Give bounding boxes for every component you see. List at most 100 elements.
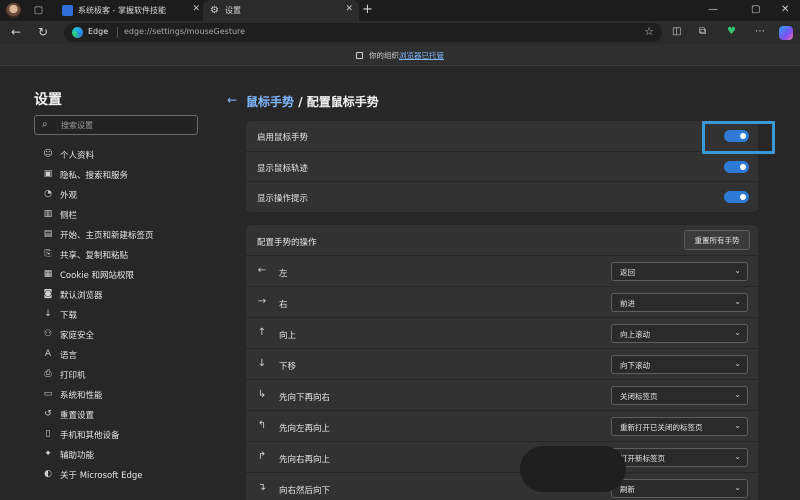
address-divider xyxy=(117,27,118,38)
sidebar-item-privacy[interactable]: ▣ 隐私、搜索和服务 xyxy=(34,165,204,185)
home-icon: ▤ xyxy=(43,229,53,239)
reset-gestures-button[interactable]: 重置所有手势 xyxy=(684,230,750,250)
select-value: 刷新 xyxy=(620,485,635,494)
gesture-actions-header: 配置手势的操作 重置所有手势 xyxy=(246,225,758,255)
sidebar-item-appearance[interactable]: ◔ 外观 xyxy=(34,185,204,205)
sidebar-item-family[interactable]: ⚇ 家庭安全 xyxy=(34,325,204,345)
redaction-overlay xyxy=(520,446,626,492)
share-icon: ⎘ xyxy=(44,249,52,259)
address-bar-row: ← ↻ Edge edge://settings/mouseGesture ☆ … xyxy=(0,21,800,44)
sidebar-item-default-browser[interactable]: ◙ 默认浏览器 xyxy=(34,285,204,305)
arrow-down-right-icon: ↳ xyxy=(257,389,267,400)
sidebar-item-label: 打印机 xyxy=(60,371,86,381)
arrow-left-icon: ← xyxy=(257,265,267,276)
copilot-icon[interactable] xyxy=(779,26,793,40)
gesture-label: 向上 xyxy=(279,331,297,341)
sidebar-item-label: 开始、主页和新建标签页 xyxy=(60,231,154,241)
gesture-row: ↴ 向右然后向下 刷新 ⌄ xyxy=(246,472,758,500)
gesture-action-select[interactable]: 前进 ⌄ xyxy=(611,293,748,312)
sidebar-menu: ☺ 个人资料 ▣ 隐私、搜索和服务 ◔ 外观 ▥ 侧栏 ▤ 开始、主页和新建标签页 ⎘ 共享… xyxy=(34,145,204,485)
show-hints-toggle[interactable] xyxy=(724,191,749,203)
sidebar-item-system[interactable]: ▭ 系统和性能 xyxy=(34,385,204,405)
toggle-label: 显示鼠标轨迹 xyxy=(257,164,309,174)
show-trail-toggle[interactable] xyxy=(724,161,749,173)
collections-icon[interactable]: ⧉ xyxy=(699,26,706,37)
tab-settings[interactable]: ⚙ 设置 ✕ xyxy=(203,0,359,21)
arrow-down-icon: ↓ xyxy=(257,358,267,369)
toggle-knob xyxy=(740,164,746,170)
chevron-down-icon: ⌄ xyxy=(734,328,741,337)
language-icon: A xyxy=(44,349,52,359)
breadcrumb-parent[interactable]: 鼠标手势 xyxy=(246,95,294,109)
cookie-icon: ▦ xyxy=(43,269,53,279)
tab-label: 系统极客 - 掌握软件技能 xyxy=(78,6,166,15)
settings-search[interactable]: ⌕ xyxy=(34,115,198,135)
gesture-action-select[interactable]: 返回 ⌄ xyxy=(611,262,748,281)
select-value: 向上滚动 xyxy=(620,330,650,339)
workspaces-icon[interactable]: ▢ xyxy=(32,4,45,17)
new-tab-icon[interactable]: + xyxy=(362,2,373,17)
tab-label: 设置 xyxy=(225,6,241,15)
sidebar-item-label: 共享、复制和粘贴 xyxy=(60,251,129,261)
maximize-icon[interactable]: ▢ xyxy=(751,4,760,15)
toggle-row-enable: 启用鼠标手势 xyxy=(246,121,758,151)
gesture-action-select[interactable]: 向下滚动 ⌄ xyxy=(611,355,748,374)
reset-icon: ↺ xyxy=(44,409,52,419)
settings-gear-icon: ⚙ xyxy=(210,5,219,16)
accessibility-icon: ✦ xyxy=(44,449,52,459)
favorite-star-icon[interactable]: ☆ xyxy=(644,25,654,38)
gesture-action-select[interactable]: 关闭标签页 ⌄ xyxy=(611,386,748,405)
sidebar-item-share[interactable]: ⎘ 共享、复制和粘贴 xyxy=(34,245,204,265)
tab-xitongjike[interactable]: 系统极客 - 掌握软件技能 ✕ xyxy=(56,0,206,21)
address-url[interactable]: edge://settings/mouseGesture xyxy=(124,27,245,36)
search-input[interactable] xyxy=(61,119,191,132)
window-close-icon[interactable]: ✕ xyxy=(781,4,789,15)
sidebar-item-phone[interactable]: ▯ 手机和其他设备 xyxy=(34,425,204,445)
refresh-icon[interactable]: ↻ xyxy=(38,26,48,39)
sidebar-item-label: 个人资料 xyxy=(60,151,95,161)
sidebar-item-label: 默认浏览器 xyxy=(60,291,103,301)
toggle-knob xyxy=(740,194,746,200)
sidebar-item-sidebar[interactable]: ▥ 侧栏 xyxy=(34,205,204,225)
sidebar-item-start[interactable]: ▤ 开始、主页和新建标签页 xyxy=(34,225,204,245)
sidebar-item-profile[interactable]: ☺ 个人资料 xyxy=(34,145,204,165)
gesture-action-select[interactable]: 刷新 ⌄ xyxy=(611,479,748,498)
toggle-label: 显示操作提示 xyxy=(257,194,309,204)
sidebar-item-label: 手机和其他设备 xyxy=(60,431,120,441)
gesture-action-select[interactable]: 打开新标签页 ⌄ xyxy=(611,448,748,467)
managed-link[interactable]: 浏览器已托管 xyxy=(399,51,444,60)
sidebar-item-accessibility[interactable]: ✦ 辅助功能 xyxy=(34,445,204,465)
gesture-label: 先向下再向右 xyxy=(279,393,331,403)
close-tab-icon[interactable]: ✕ xyxy=(345,4,353,14)
close-tab-icon[interactable]: ✕ xyxy=(192,4,200,14)
gesture-row: ↱ 先向右再向上 打开新标签页 ⌄ xyxy=(246,441,758,472)
minimize-icon[interactable]: — xyxy=(708,4,718,15)
gesture-label: 先向左再向上 xyxy=(279,424,331,434)
gesture-label: 向右然后向下 xyxy=(279,486,331,496)
arrow-up-icon: ↑ xyxy=(257,327,267,338)
back-arrow-icon[interactable]: ← xyxy=(227,93,237,107)
profile-avatar[interactable] xyxy=(6,3,21,18)
appearance-icon: ◔ xyxy=(44,189,52,199)
lock-icon: ▣ xyxy=(43,169,53,179)
more-options-icon[interactable]: ⋯ xyxy=(755,26,765,37)
sidebar-item-languages[interactable]: A 语言 xyxy=(34,345,204,365)
gesture-label: 先向右再向上 xyxy=(279,455,331,465)
browser-essentials-icon[interactable]: ♥ xyxy=(727,26,736,37)
page-title: / 配置鼠标手势 xyxy=(294,95,379,109)
sidebar-item-reset[interactable]: ↺ 重置设置 xyxy=(34,405,204,425)
chevron-down-icon: ⌄ xyxy=(734,359,741,368)
select-value: 打开新标签页 xyxy=(620,454,665,463)
sidebar-item-printers[interactable]: ⎙ 打印机 xyxy=(34,365,204,385)
address-bar[interactable]: Edge edge://settings/mouseGesture ☆ xyxy=(64,23,662,42)
split-screen-icon[interactable]: ◫ xyxy=(672,26,681,37)
sidebar-item-downloads[interactable]: ↓ 下载 xyxy=(34,305,204,325)
sidebar-item-label: 辅助功能 xyxy=(60,451,95,461)
arrow-right-down-icon: ↴ xyxy=(257,482,267,493)
back-icon[interactable]: ← xyxy=(11,26,21,39)
sidebar-item-cookies[interactable]: ▦ Cookie 和网站权限 xyxy=(34,265,204,285)
breadcrumb: 鼠标手势 / 配置鼠标手势 xyxy=(246,93,379,110)
gesture-action-select[interactable]: 重新打开已关闭的标签页 ⌄ xyxy=(611,417,748,436)
sidebar-item-about[interactable]: ◐ 关于 Microsoft Edge xyxy=(34,465,204,485)
gesture-action-select[interactable]: 向上滚动 ⌄ xyxy=(611,324,748,343)
